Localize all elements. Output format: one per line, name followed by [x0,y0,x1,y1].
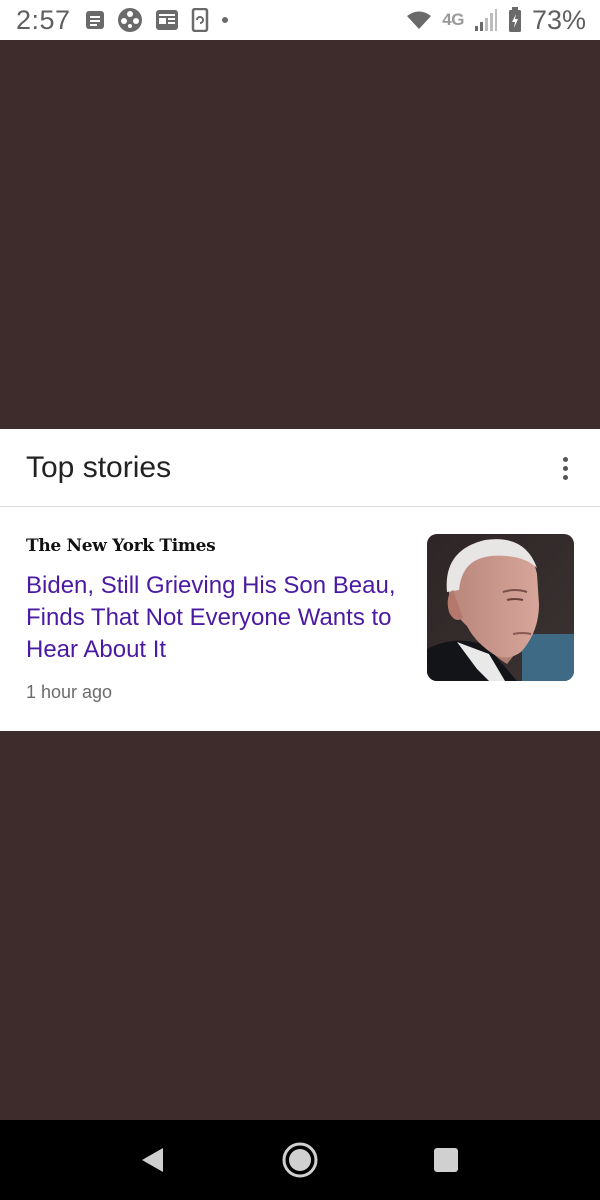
top-stories-card: Top stories The New York Times Biden, St… [0,429,600,731]
publisher-logo: The New York Times [26,536,216,556]
recents-icon [434,1148,458,1172]
content-background-top [0,40,600,429]
card-header: Top stories [0,429,600,507]
more-options-icon [562,456,568,462]
battery-icon [508,7,522,33]
news-icon [85,10,105,30]
pinwheel-icon [117,7,143,33]
back-button[interactable] [134,1144,170,1176]
navigation-bar [0,1120,600,1200]
wifi-icon [406,10,432,30]
story-item[interactable]: The New York Times Biden, Still Grieving… [0,508,600,731]
signal-icon [474,8,498,32]
recents-button[interactable] [430,1144,462,1176]
article-icon [155,9,179,31]
status-time: 2:57 [16,4,71,35]
back-icon [142,1148,163,1172]
sync-icon [191,8,209,32]
story-headline[interactable]: Biden, Still Grieving His Son Beau, Find… [26,570,396,666]
home-button[interactable] [280,1140,320,1180]
more-options-button[interactable] [550,449,580,487]
home-icon [282,1142,318,1178]
network-type: 4G [442,10,464,29]
more-options-icon-dot [562,465,568,471]
more-options-icon-dot [562,474,568,480]
content-background-bottom [0,731,600,1120]
story-timestamp: 1 hour ago [26,682,113,702]
story-thumbnail[interactable] [427,534,574,681]
dot-icon [221,16,229,24]
card-title: Top stories [26,450,172,484]
battery-percent: 73% [531,4,586,35]
status-bar: 2:57 4G 73% [0,0,600,40]
